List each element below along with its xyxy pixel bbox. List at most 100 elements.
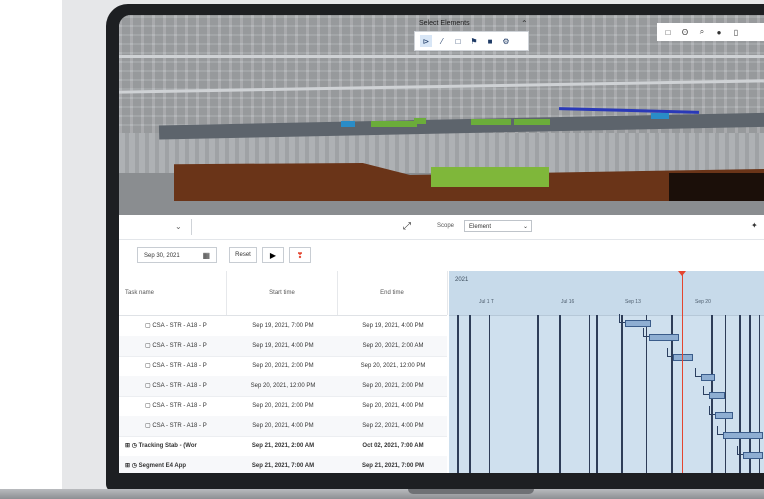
task-bar[interactable]: [701, 374, 715, 381]
map-road: [119, 55, 764, 58]
today-marker-icon[interactable]: [678, 271, 686, 276]
scope-label: Scope: [437, 223, 455, 229]
pencil-icon[interactable]: ⁄: [436, 35, 448, 47]
model-segment-blue: [341, 121, 355, 127]
start-time-cell: Sep 19, 2021, 4:00 PM: [252, 343, 314, 349]
task-name: CSA - STR - A18 - P: [152, 403, 207, 409]
earthwork-shadow: [669, 173, 764, 201]
laptop-base: [0, 489, 764, 499]
task-bar[interactable]: [723, 432, 763, 439]
header-end-time[interactable]: End time: [337, 271, 448, 315]
header-start-time[interactable]: Start time: [227, 271, 338, 315]
timeline-gridline: [469, 315, 471, 473]
start-time-cell: Sep 21, 2021, 7:00 AM: [251, 463, 315, 469]
more-icon[interactable]: ▯: [730, 28, 742, 37]
task-name-cell: ▢ CSA - STR - A18 - P: [145, 376, 227, 396]
search-icon[interactable]: ⌕: [696, 27, 708, 37]
task-name-cell: ▢ CSA - STR - A18 - P: [145, 396, 227, 416]
task-name: Segment E4 App: [138, 463, 187, 469]
task-bar[interactable]: [709, 392, 725, 399]
task-bar[interactable]: [715, 412, 733, 419]
table-row[interactable]: ⊞ ◷ Tracking Stab - (Wor Sep 21, 2021, 2:…: [119, 436, 447, 457]
select-cursor-icon[interactable]: ⊳: [420, 35, 432, 47]
viewer-title: Select Elements: [419, 20, 470, 27]
playback-controls: Sep 30, 2021 ▦ Reset ▶ ❣: [119, 241, 764, 269]
end-time-cell: Sep 22, 2021, 4:00 PM: [362, 423, 424, 429]
timeline-gridline: [596, 315, 598, 473]
model-viewer[interactable]: Select Elements ⌃ ⊳ ⁄ □ ⚑ ■ ⚙ □ ʘ ⌕ ● ▯: [119, 15, 764, 215]
task-bar[interactable]: [743, 452, 763, 459]
model-segment-green: [414, 118, 426, 124]
task-icon: ⊞ ◷: [125, 443, 139, 449]
task-bar[interactable]: [649, 334, 679, 341]
scope-select[interactable]: Element ⌄: [464, 220, 532, 232]
marker-button[interactable]: ❣: [289, 247, 311, 263]
laptop-notch: [408, 489, 534, 494]
end-time-cell: Sep 19, 2021, 4:00 PM: [362, 323, 424, 329]
model-segment-green: [471, 119, 511, 125]
task-name: CSA - STR - A18 - P: [152, 423, 207, 429]
end-time-cell: Sep 20, 2021, 12:00 PM: [360, 363, 426, 369]
divider: [191, 219, 192, 235]
expand-icon[interactable]: ⤢: [403, 221, 411, 232]
flag-icon[interactable]: ⚑: [468, 35, 480, 47]
table-row[interactable]: ▢ CSA - STR - A18 - P Sep 20, 2021, 2:00 …: [119, 396, 447, 417]
model-green-block: [431, 167, 549, 187]
today-line: [682, 271, 683, 473]
timeline-week-label: Sep 20: [695, 299, 711, 305]
laptop-screen: Select Elements ⌃ ⊳ ⁄ □ ⚑ ■ ⚙ □ ʘ ⌕ ● ▯ ⌄ ⤢ Scope…: [119, 15, 764, 473]
model-segment-green: [371, 121, 417, 127]
table-row[interactable]: ▢ CSA - STR - A18 - P Sep 20, 2021, 12:00…: [119, 376, 447, 397]
end-time-cell: Sep 21, 2021, 7:00 PM: [361, 463, 425, 469]
task-name: CSA - STR - A18 - P: [152, 383, 207, 389]
task-name-cell: ▢ CSA - STR - A18 - P: [145, 316, 227, 336]
timeline-gridline: [759, 315, 760, 473]
task-name: CSA - STR - A18 - P: [152, 343, 207, 349]
table-row[interactable]: ▢ CSA - STR - A18 - P Sep 20, 2021, 2:00 …: [119, 356, 447, 377]
table-row[interactable]: ▢ CSA - STR - A18 - P Sep 19, 2021, 4:00 …: [119, 336, 447, 357]
end-time-cell: Sep 20, 2021, 4:00 PM: [362, 403, 424, 409]
task-name: Tracking Stab - (Wor: [138, 443, 197, 449]
timeline-week-label: Sep 13: [625, 299, 641, 305]
start-time-cell: Sep 20, 2021, 2:00 PM: [252, 403, 314, 409]
task-name-cell: ▢ CSA - STR - A18 - P: [145, 336, 227, 356]
task-bar[interactable]: [625, 320, 651, 327]
start-time-cell: Sep 20, 2021, 4:00 PM: [252, 423, 314, 429]
timeline-gridline: [559, 315, 561, 473]
task-name-cell: ▢ CSA - STR - A18 - P: [145, 416, 227, 436]
task-bar[interactable]: [673, 354, 693, 361]
collapse-caret-icon[interactable]: ⌃: [521, 19, 528, 28]
timeline-gridline: [537, 315, 539, 473]
timeline-gridline: [749, 315, 751, 473]
gantt-chart: Task name Start time End time ▢ CSA - ST…: [119, 271, 764, 473]
collapse-panel-icon[interactable]: ⌄: [175, 222, 182, 231]
play-button[interactable]: ▶: [262, 247, 284, 263]
table-row[interactable]: ▢ CSA - STR - A18 - P Sep 20, 2021, 4:00 …: [119, 416, 447, 437]
paint-icon[interactable]: ●: [713, 28, 725, 37]
select-elements-toolbar: ⊳ ⁄ □ ⚑ ■ ⚙: [414, 31, 529, 51]
measure-icon[interactable]: ʘ: [679, 28, 691, 37]
timeline-chart[interactable]: 2021 Jul 1 T Jul 16 Sep 13 Sep 20: [449, 271, 764, 473]
header-task-name[interactable]: Task name: [119, 271, 227, 315]
box-icon[interactable]: □: [452, 35, 464, 47]
layers-icon[interactable]: ■: [484, 35, 496, 47]
viewer-right-toolbar: □ ʘ ⌕ ● ▯: [657, 23, 764, 41]
schedule-header-bar: ⌄ ⤢ Scope Element ⌄ ✦: [119, 215, 764, 240]
pin-icon[interactable]: ✦: [751, 221, 758, 230]
reset-button[interactable]: Reset: [229, 247, 257, 263]
window-icon[interactable]: □: [662, 28, 674, 37]
start-time-cell: Sep 20, 2021, 2:00 PM: [252, 363, 314, 369]
calendar-icon: ▦: [202, 251, 210, 260]
start-time-cell: Sep 21, 2021, 2:00 AM: [251, 443, 315, 449]
task-name-cell: ⊞ ◷ Tracking Stab - (Wor: [125, 436, 225, 456]
table-row[interactable]: ▢ CSA - STR - A18 - P Sep 19, 2021, 7:00 …: [119, 316, 447, 337]
start-time-cell: Sep 19, 2021, 7:00 PM: [252, 323, 314, 329]
table-row[interactable]: ⊞ ◷ Segment E4 App Sep 21, 2021, 7:00 AM S…: [119, 456, 447, 473]
date-picker[interactable]: Sep 30, 2021 ▦: [137, 247, 217, 263]
timeline-gridline: [646, 315, 647, 473]
task-name-cell: ⊞ ◷ Segment E4 App: [125, 456, 225, 473]
model-segment-green: [514, 119, 550, 125]
timeline-week-label: Jul 1 T: [479, 299, 494, 305]
settings-icon[interactable]: ⚙: [500, 35, 512, 47]
timeline-gridline: [489, 315, 490, 473]
